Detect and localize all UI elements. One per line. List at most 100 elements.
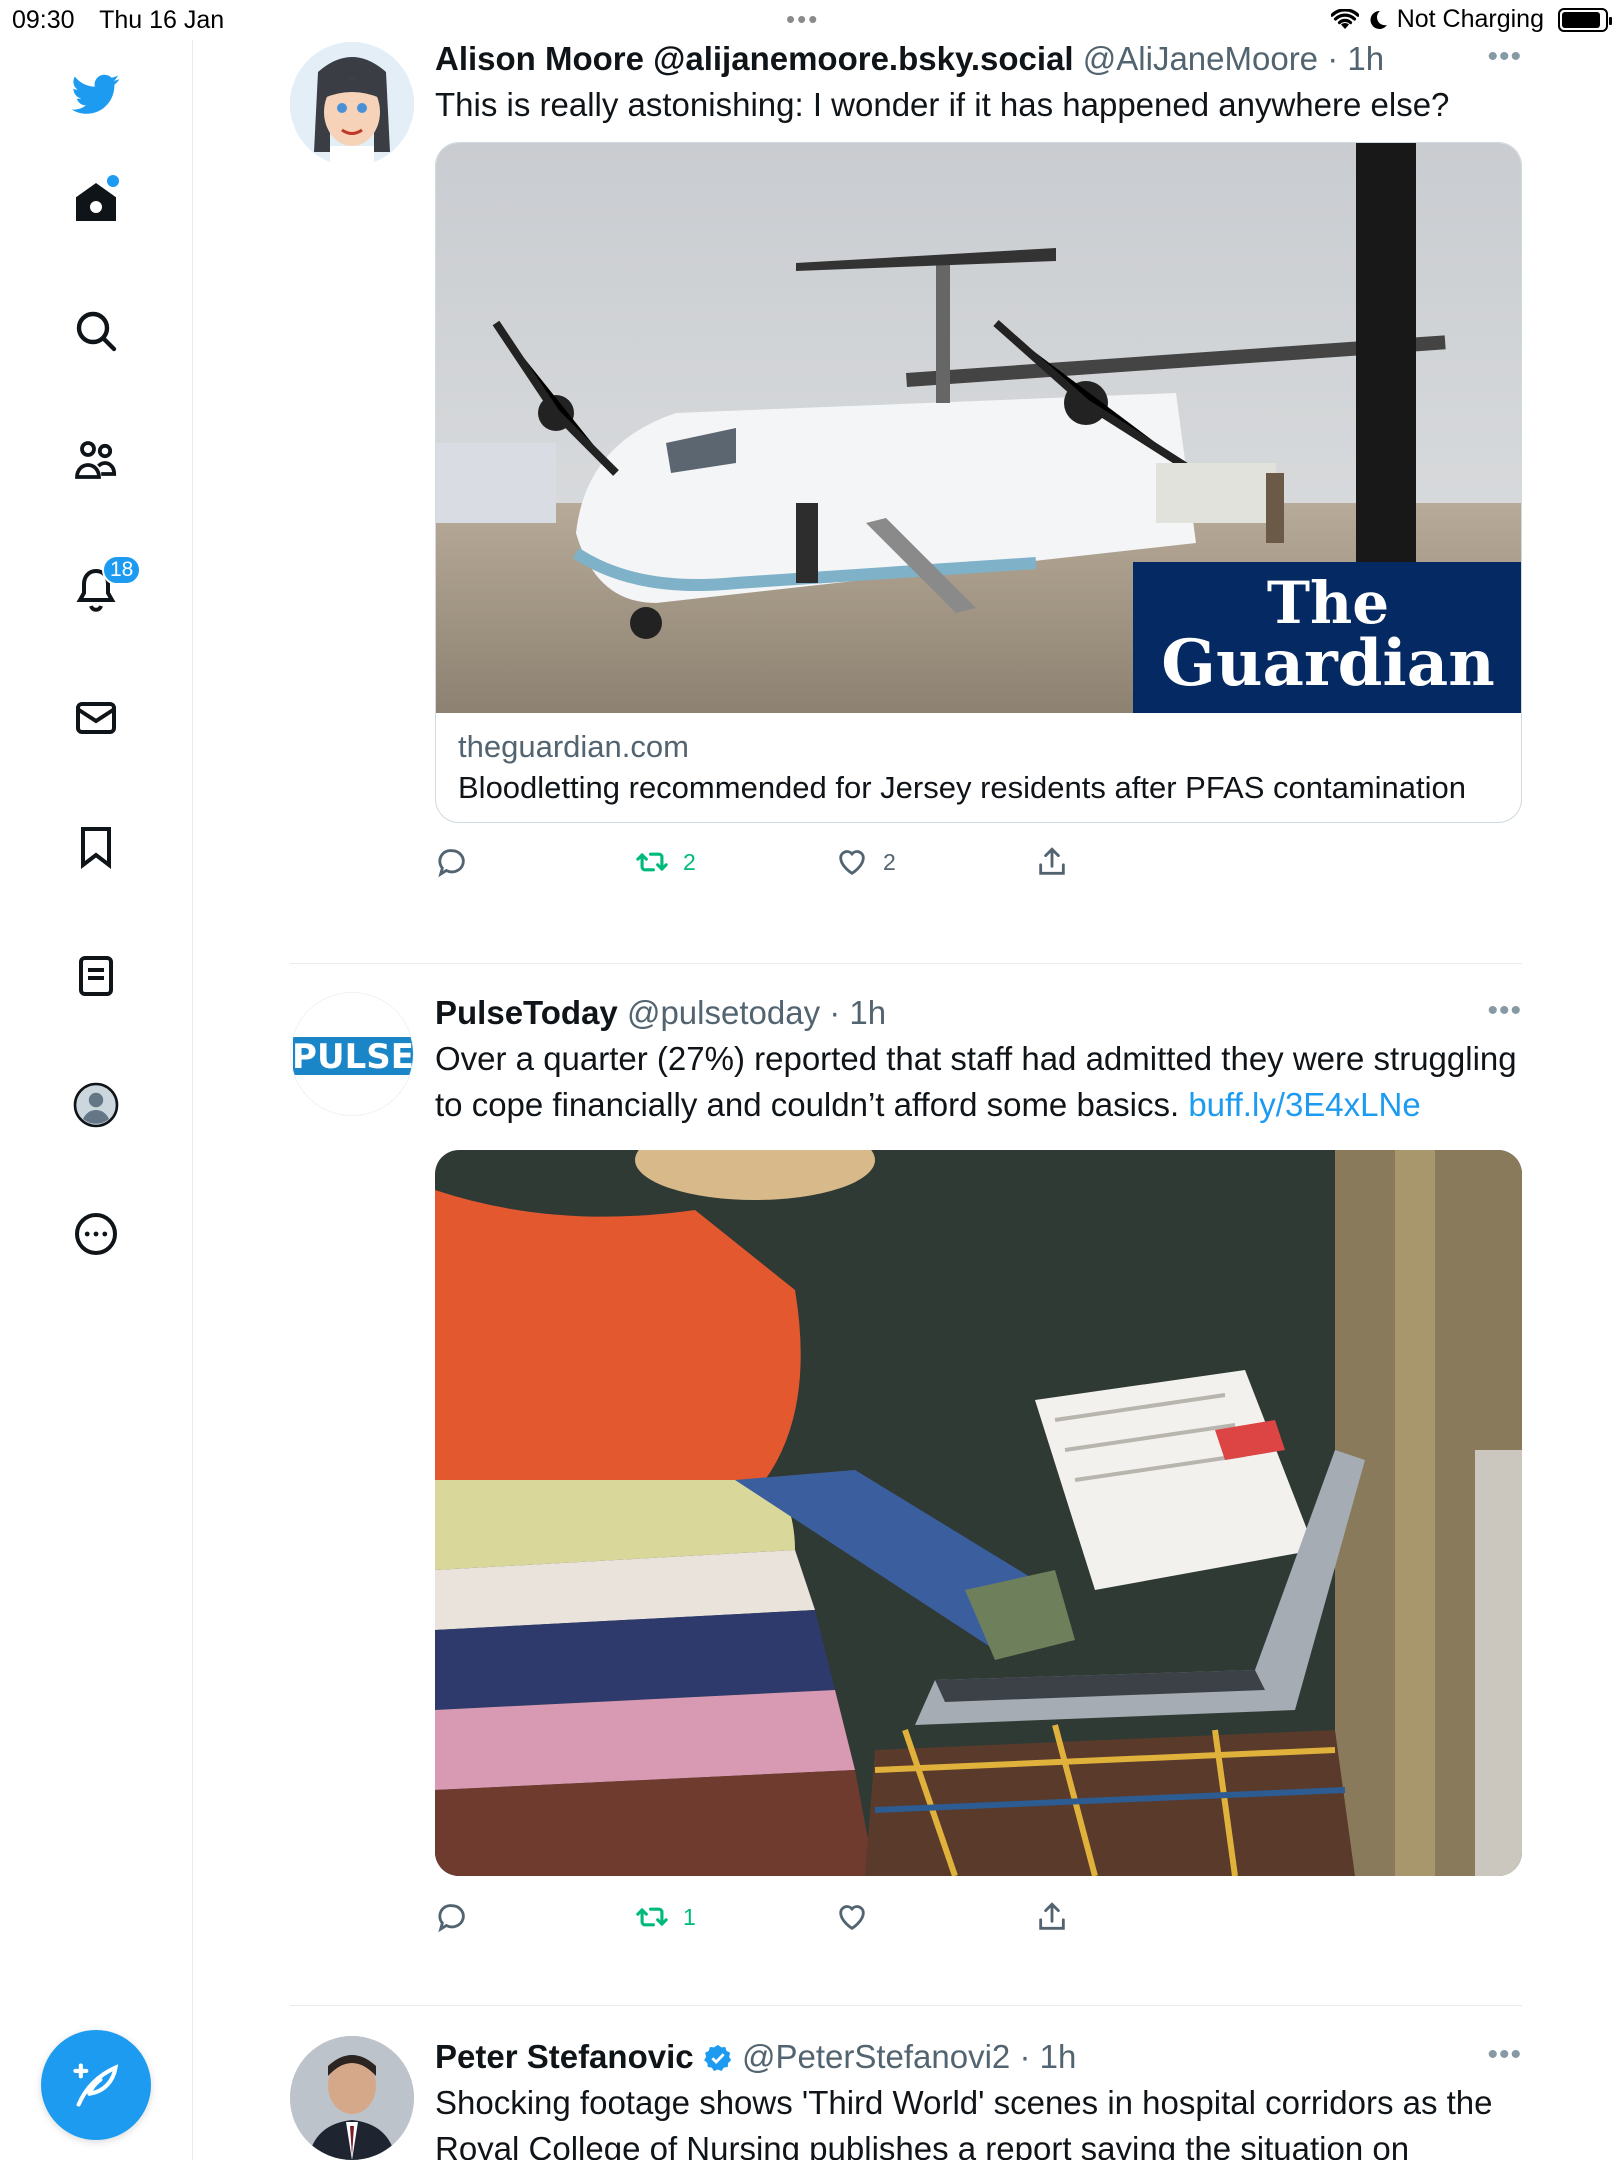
- twitter-logo-icon[interactable]: [64, 62, 128, 126]
- tweet-photo[interactable]: [435, 1150, 1522, 1876]
- like-count: 2: [883, 848, 896, 875]
- status-left: 09:30 Thu 16 Jan: [12, 6, 242, 35]
- share-icon: [1039, 1902, 1065, 1930]
- airplane-photo: The Guardian: [436, 143, 1521, 713]
- tweet-body: Peter Stefanovic @PeterStefanovi2 · 1h •…: [435, 2038, 1522, 2160]
- tweet-time[interactable]: 1h: [849, 994, 886, 1031]
- nav-explore[interactable]: [64, 299, 128, 363]
- unread-dot: [107, 175, 119, 187]
- guardian-logo-line2: Guardian: [1161, 626, 1494, 701]
- retweet-count: 1: [683, 1903, 696, 1930]
- status-bar: 09:30 Thu 16 Jan ••• Not Charging: [0, 0, 1620, 40]
- status-date: Thu 16 Jan: [99, 6, 225, 34]
- share-button[interactable]: [1035, 837, 1069, 887]
- tweet-more-icon[interactable]: •••: [1487, 2038, 1522, 2072]
- author-name[interactable]: Alison Moore @alijanemoore.bsky.social: [435, 40, 1074, 77]
- compose-tweet-button[interactable]: [41, 2030, 151, 2140]
- nav-home[interactable]: [64, 170, 128, 234]
- retweet-button[interactable]: 1: [635, 1892, 696, 1942]
- tweet-time[interactable]: 1h: [1040, 2038, 1077, 2075]
- link-card-image: The Guardian: [436, 143, 1521, 713]
- status-time: 09:30: [12, 6, 75, 34]
- tweet-actions: 2 2: [435, 837, 1522, 897]
- sidebar: 18: [0, 40, 193, 2160]
- lists-icon: [79, 956, 113, 996]
- tweet-link[interactable]: buff.ly/3E4xLNe: [1188, 1086, 1420, 1123]
- tweet-text: Shocking footage shows 'Third World' sce…: [435, 2084, 1493, 2160]
- tweet-pulsetoday[interactable]: PULSE PulseToday @pulsetoday · 1h ••• Ov…: [290, 992, 1522, 2036]
- avatar[interactable]: PULSE: [290, 992, 414, 1116]
- tweet-more-icon[interactable]: •••: [1487, 40, 1522, 74]
- link-card-info: theguardian.com Bloodletting recommended…: [436, 713, 1521, 822]
- moon-icon: [1370, 10, 1387, 29]
- avatar[interactable]: [290, 2036, 414, 2160]
- woman-laptop-photo: [435, 1150, 1522, 1876]
- tweet-header: Alison Moore @alijanemoore.bsky.social @…: [435, 40, 1522, 78]
- search-icon: [76, 311, 117, 352]
- notifications-badge: 18: [102, 555, 142, 585]
- retweet-icon: [636, 1907, 668, 1927]
- tweet-peter-stefanovic[interactable]: Peter Stefanovic @PeterStefanovi2 · 1h •…: [290, 2036, 1522, 2160]
- compose-feather-icon: [73, 2063, 119, 2107]
- share-button[interactable]: [1035, 1892, 1069, 1942]
- nav-bookmarks[interactable]: [64, 815, 128, 879]
- header-separator: ·: [1318, 40, 1348, 77]
- multitask-dots[interactable]: •••: [786, 4, 819, 35]
- retweet-button[interactable]: 2: [635, 837, 696, 887]
- nav-messages[interactable]: [64, 686, 128, 750]
- nav-profile[interactable]: [64, 1073, 128, 1137]
- reply-button[interactable]: [435, 1892, 483, 1942]
- author-handle[interactable]: @pulsetoday: [627, 994, 820, 1031]
- share-icon: [1039, 847, 1065, 875]
- profile-icon: [73, 1082, 119, 1128]
- tweet-body: Alison Moore @alijanemoore.bsky.social @…: [435, 40, 1522, 897]
- bookmarks-icon: [81, 827, 111, 870]
- nav-lists[interactable]: [64, 944, 128, 1008]
- link-card-title: Bloodletting recommended for Jersey resi…: [458, 770, 1467, 805]
- reply-icon: [438, 1904, 465, 1933]
- tweet-body: PulseToday @pulsetoday · 1h ••• Over a q…: [435, 994, 1522, 1952]
- nav-communities[interactable]: [64, 428, 128, 492]
- header-separator: ·: [820, 994, 850, 1031]
- tweet-text: This is really astonishing: I wonder if …: [435, 86, 1450, 123]
- tweet-divider: [290, 2005, 1522, 2006]
- man-portrait-image: [290, 2036, 414, 2160]
- author-name[interactable]: PulseToday: [435, 994, 618, 1031]
- pulse-logo-text: PULSE: [292, 1037, 414, 1077]
- nav-notifications[interactable]: 18: [64, 555, 142, 621]
- reply-button[interactable]: [435, 837, 483, 887]
- retweet-icon: [636, 852, 668, 872]
- heart-icon: [839, 850, 865, 876]
- more-icon: [75, 1213, 117, 1255]
- heart-icon: [839, 1905, 865, 1931]
- author-handle[interactable]: @PeterStefanovi2: [742, 2038, 1010, 2075]
- messages-icon: [76, 702, 116, 734]
- nav-more[interactable]: [64, 1202, 128, 1266]
- tweet-time[interactable]: 1h: [1347, 40, 1384, 77]
- tweet-alison-moore[interactable]: Alison Moore @alijanemoore.bsky.social @…: [290, 40, 1522, 964]
- author-handle[interactable]: @AliJaneMoore: [1083, 40, 1318, 77]
- like-button[interactable]: [835, 1892, 883, 1942]
- pulse-logo-image: PULSE: [291, 993, 414, 1115]
- tweet-text-container: Over a quarter (27%) reported that staff…: [435, 1036, 1522, 1128]
- avatar[interactable]: [290, 42, 414, 166]
- link-card[interactable]: The Guardian theguardian.com Bloodlettin…: [435, 142, 1522, 823]
- tweet-actions: 1: [435, 1892, 1522, 1952]
- tweet-header: Peter Stefanovic @PeterStefanovi2 · 1h: [435, 2038, 1522, 2076]
- header-separator: ·: [1010, 2038, 1040, 2075]
- tweet-more-icon[interactable]: •••: [1487, 994, 1522, 1028]
- retweet-count: 2: [683, 848, 696, 875]
- tweet-divider: [290, 963, 1522, 964]
- author-name[interactable]: Peter Stefanovic: [435, 2038, 694, 2075]
- tweet-header: PulseToday @pulsetoday · 1h: [435, 994, 1522, 1032]
- cartoon-avatar-image: [290, 42, 414, 166]
- like-button[interactable]: 2: [835, 837, 896, 887]
- battery-icon: [1558, 7, 1612, 32]
- status-right: Not Charging: [1330, 5, 1612, 34]
- wifi-icon: [1330, 8, 1359, 29]
- verified-badge-icon: [703, 2044, 731, 2071]
- link-card-domain: theguardian.com: [458, 729, 689, 764]
- communities-icon: [75, 441, 117, 479]
- battery-label: Not Charging: [1396, 5, 1544, 33]
- reply-icon: [438, 849, 465, 878]
